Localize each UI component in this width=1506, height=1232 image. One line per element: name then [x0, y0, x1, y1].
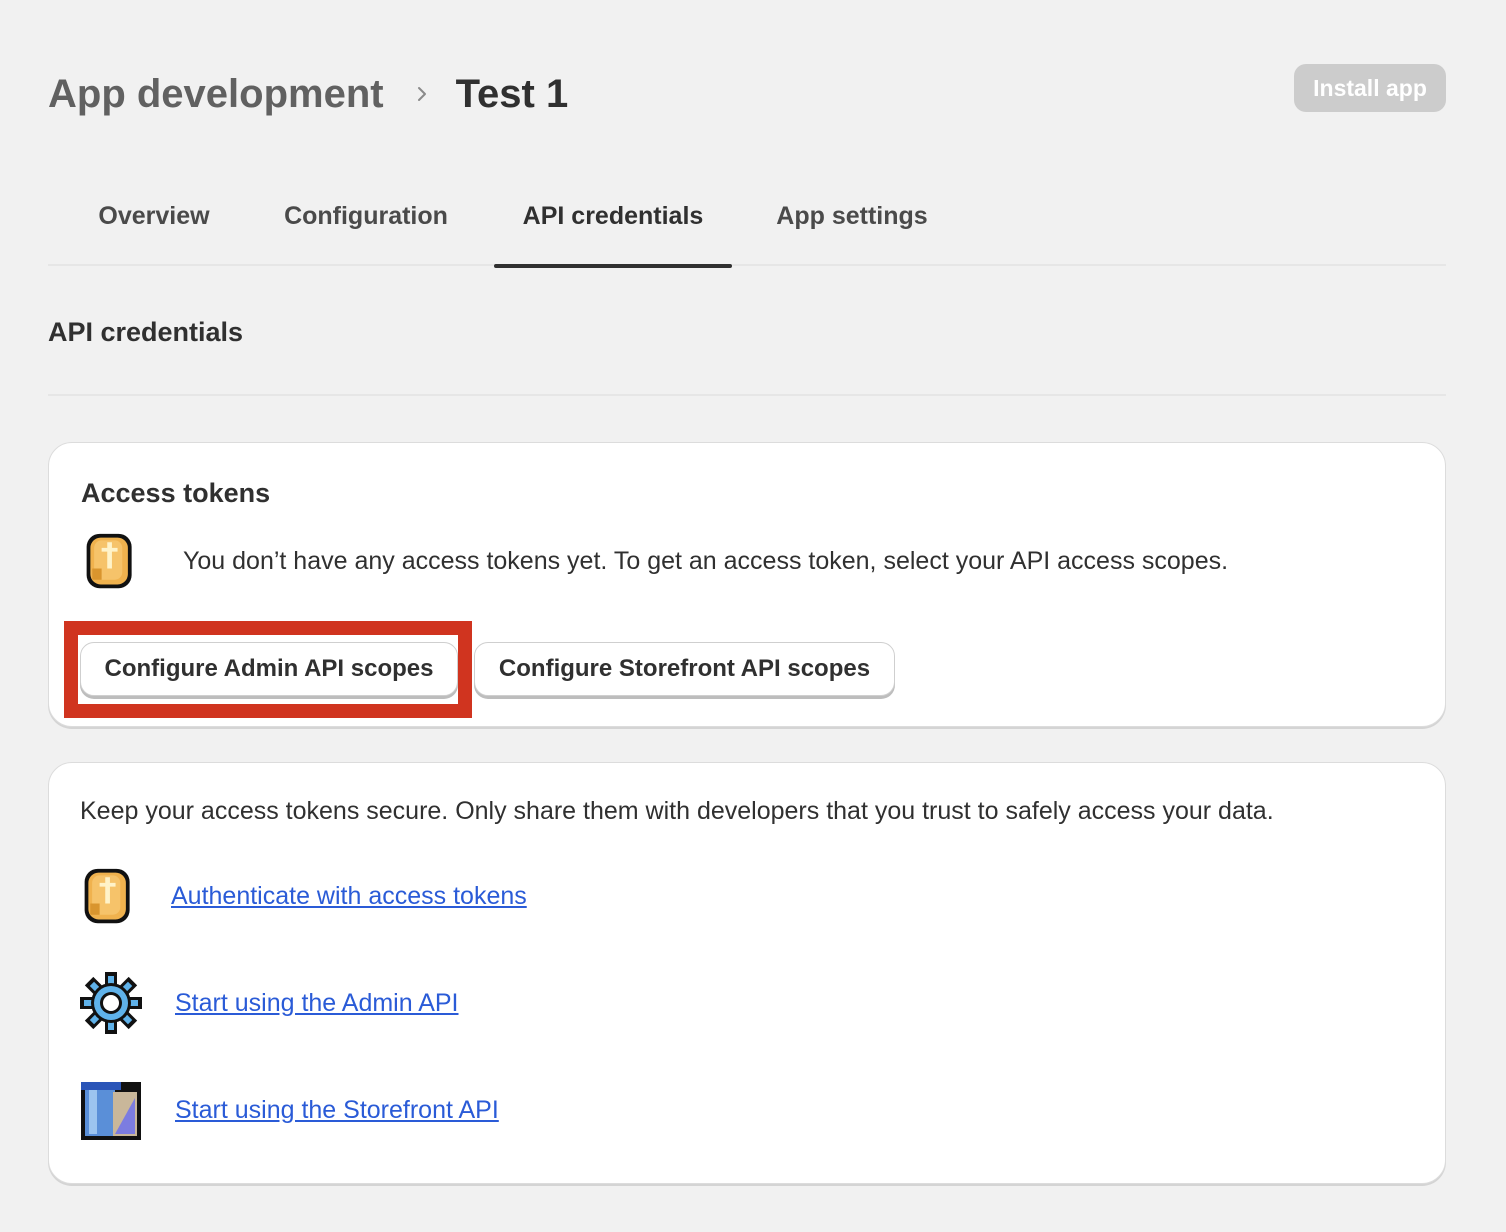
- configure-admin-api-scopes-button[interactable]: Configure Admin API scopes: [80, 642, 458, 696]
- access-tokens-card: Access tokens You don’t have any access …: [48, 442, 1446, 727]
- divider: [48, 394, 1446, 396]
- tab-label: Configuration: [284, 202, 448, 230]
- configure-storefront-api-scopes-button[interactable]: Configure Storefront API scopes: [474, 642, 895, 696]
- chevron-right-icon: [417, 87, 426, 101]
- storefront-api-link[interactable]: Start using the Storefront API: [175, 1096, 499, 1125]
- install-app-button[interactable]: Install app: [1294, 64, 1446, 112]
- tab-overview[interactable]: Overview: [72, 190, 236, 266]
- card-title: Access tokens: [81, 478, 271, 508]
- admin-api-link[interactable]: Start using the Admin API: [175, 989, 459, 1018]
- storefront-icon: [81, 1082, 141, 1140]
- gear-icon: [80, 972, 142, 1034]
- empty-tokens-message: You don’t have any access tokens yet. To…: [81, 529, 1228, 593]
- resource-link-row: Authenticate with access tokens: [79, 864, 527, 928]
- resource-link-row: Start using the Storefront API: [79, 1078, 499, 1142]
- breadcrumb-app-development[interactable]: App development: [48, 72, 384, 117]
- page-title: Test 1: [455, 71, 569, 116]
- coin-icon: [84, 868, 130, 924]
- resource-link-row: Start using the Admin API: [79, 971, 459, 1035]
- resources-card: Keep your access tokens secure. Only sha…: [48, 762, 1446, 1184]
- tab-label: App settings: [776, 202, 928, 230]
- tab-label: API credentials: [522, 202, 704, 230]
- page: App development Test 1 Install app Overv…: [0, 0, 1506, 1232]
- page-header: App development Test 1 Install app: [48, 64, 1446, 122]
- tab-configuration[interactable]: Configuration: [260, 190, 472, 266]
- section-title: API credentials: [48, 317, 244, 347]
- empty-tokens-text: You don’t have any access tokens yet. To…: [183, 546, 1229, 575]
- security-notice: Keep your access tokens secure. Only sha…: [80, 797, 1274, 825]
- tab-bar: Overview Configuration API credentials A…: [48, 190, 1446, 268]
- tab-app-settings[interactable]: App settings: [752, 190, 952, 266]
- coin-icon: [86, 533, 132, 589]
- tab-api-credentials[interactable]: API credentials: [494, 190, 732, 268]
- tab-label: Overview: [98, 202, 210, 230]
- authenticate-link[interactable]: Authenticate with access tokens: [171, 882, 527, 911]
